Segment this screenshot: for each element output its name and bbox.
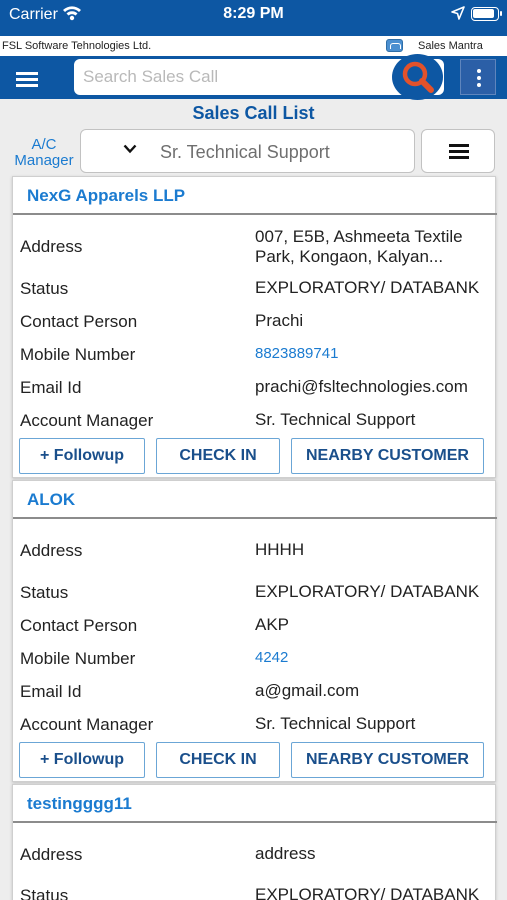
nearby-customer-button[interactable]: NEARBY CUSTOMER bbox=[291, 438, 484, 474]
search-input[interactable] bbox=[83, 67, 393, 87]
address-value: 007, E5B, Ashmeeta Textile Park, Kongaon… bbox=[255, 227, 463, 266]
ac-manager-value: Sr. Technical Support bbox=[160, 142, 330, 162]
email-value: a@gmail.com bbox=[255, 681, 360, 700]
manager-label: Account Manager bbox=[20, 715, 154, 734]
company-name: FSL Software Tehnologies Ltd. bbox=[2, 40, 152, 52]
contact-label: Contact Person bbox=[20, 616, 138, 635]
page-title: Sales Call List bbox=[192, 103, 315, 123]
check-in-button[interactable]: CHECK IN bbox=[156, 742, 280, 778]
mobile-label: Mobile Number bbox=[20, 345, 136, 364]
more-options-button[interactable] bbox=[460, 59, 496, 95]
card-divider bbox=[13, 517, 497, 519]
sales-call-card[interactable]: ALOK Address HHHH Status EXPLORATORY/ DA… bbox=[12, 480, 497, 782]
mobile-link[interactable]: 8823889741 bbox=[255, 344, 490, 364]
customer-name[interactable]: NexG Apparels LLP bbox=[27, 186, 185, 206]
search-box bbox=[74, 59, 444, 95]
card-divider bbox=[13, 821, 497, 823]
battery-icon bbox=[471, 7, 502, 21]
email-label: Email Id bbox=[20, 682, 82, 701]
nearby-customer-button[interactable]: NEARBY CUSTOMER bbox=[291, 742, 484, 778]
search-button[interactable] bbox=[392, 54, 443, 100]
manager-label: Account Manager bbox=[20, 411, 154, 430]
followup-button[interactable]: + Followup bbox=[19, 438, 145, 474]
manager-value: Sr. Technical Support bbox=[255, 714, 416, 733]
sales-call-card[interactable]: NexG Apparels LLP Address 007, E5B, Ashm… bbox=[12, 176, 497, 478]
app-logo-icon bbox=[386, 39, 403, 52]
address-label: Address bbox=[20, 541, 83, 560]
contact-label: Contact Person bbox=[20, 312, 138, 331]
ac-manager-select[interactable]: Sr. Technical Support bbox=[80, 129, 415, 173]
address-value: HHHH bbox=[255, 540, 305, 559]
status-value: EXPLORATORY/ DATABANK bbox=[255, 278, 480, 297]
status-bar: Carrier 8:29 PM bbox=[0, 0, 507, 36]
followup-button[interactable]: + Followup bbox=[19, 742, 145, 778]
address-value: address bbox=[255, 844, 316, 863]
search-icon bbox=[402, 61, 434, 93]
customer-name[interactable]: testingggg11 bbox=[27, 794, 132, 814]
check-in-button[interactable]: CHECK IN bbox=[156, 438, 280, 474]
contact-value: AKP bbox=[255, 615, 290, 634]
address-label: Address bbox=[20, 845, 83, 864]
sales-call-card[interactable]: testingggg11 Address address Status EXPL… bbox=[12, 784, 497, 900]
card-divider bbox=[13, 213, 497, 215]
address-label: Address bbox=[20, 237, 83, 256]
chevron-down-icon bbox=[123, 144, 137, 154]
customer-name[interactable]: ALOK bbox=[27, 490, 75, 510]
status-value: EXPLORATORY/ DATABANK bbox=[255, 582, 480, 601]
status-value: EXPLORATORY/ DATABANK bbox=[255, 885, 480, 900]
ac-manager-label: A/C Manager bbox=[14, 136, 74, 169]
clock: 8:29 PM bbox=[223, 5, 284, 22]
manager-value: Sr. Technical Support bbox=[255, 410, 416, 429]
list-view-button[interactable] bbox=[421, 129, 495, 173]
location-arrow-icon bbox=[451, 6, 465, 20]
status-label: Status bbox=[20, 279, 69, 298]
company-bar: FSL Software Tehnologies Ltd. Sales Mant… bbox=[0, 36, 507, 56]
contact-value: Prachi bbox=[255, 311, 304, 330]
hamburger-menu-icon[interactable] bbox=[8, 64, 48, 92]
email-value: prachi@fsltechnologies.com bbox=[255, 377, 468, 396]
status-label: Status bbox=[20, 886, 69, 900]
status-label: Status bbox=[20, 583, 69, 602]
mobile-label: Mobile Number bbox=[20, 649, 136, 668]
email-label: Email Id bbox=[20, 378, 82, 397]
app-name: Sales Mantra bbox=[418, 40, 483, 52]
mobile-link[interactable]: 4242 bbox=[255, 648, 490, 668]
